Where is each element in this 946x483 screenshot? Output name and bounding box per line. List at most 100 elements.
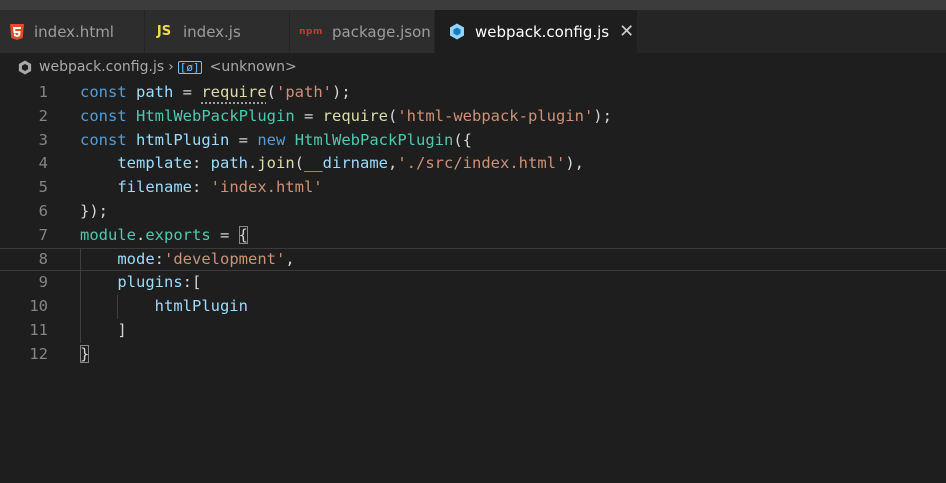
- code-token: 'index.html': [210, 178, 323, 197]
- code-token: './src/index.html': [397, 154, 566, 173]
- code-token: {: [238, 225, 249, 244]
- code-line[interactable]: 4 template: path.join(__dirname,'./src/i…: [0, 152, 946, 176]
- code-token: require: [322, 106, 388, 125]
- close-tab-icon[interactable]: ✕: [619, 22, 634, 41]
- breadcrumb: webpack.config.js › [ø] <unknown>: [0, 53, 946, 81]
- window-top-strip: [0, 0, 946, 10]
- tab-package-json[interactable]: npm package.json: [290, 10, 435, 53]
- code-token: new: [257, 130, 286, 149]
- indent-guide: [80, 247, 81, 343]
- code-token: exports: [145, 225, 211, 244]
- tab-label: index.js: [183, 22, 241, 41]
- code-line[interactable]: 6});: [0, 200, 946, 224]
- tab-label: package.json: [332, 22, 431, 41]
- line-number: 6: [38, 202, 48, 220]
- line-number: 10: [29, 297, 48, 316]
- html5-icon: [10, 23, 24, 40]
- code-token: path: [210, 154, 248, 173]
- code-token: :: [154, 249, 164, 268]
- code-line[interactable]: 8 mode:'development',: [0, 247, 946, 272]
- code-text: }: [80, 343, 90, 367]
- code-token: const: [80, 106, 127, 125]
- line-number: 5: [38, 178, 48, 197]
- code-line[interactable]: 11 ]: [0, 319, 946, 343]
- code-token: plugins: [117, 273, 183, 292]
- code-text: ]: [80, 319, 127, 343]
- code-token: module: [80, 225, 136, 244]
- code-token: ),: [565, 154, 584, 173]
- tab-index-js[interactable]: JS index.js: [145, 10, 290, 53]
- javascript-icon: JS: [156, 24, 172, 39]
- code-text: const htmlPlugin = new HtmlWebPackPlugin…: [80, 129, 472, 153]
- code-token: 'html-webpack-plugin': [397, 106, 594, 125]
- code-line[interactable]: 1 const path = require('path');: [0, 81, 946, 105]
- code-token: const: [80, 83, 127, 101]
- tab-webpack-config-js[interactable]: webpack.config.js ✕: [435, 10, 638, 53]
- breadcrumb-file[interactable]: webpack.config.js: [39, 59, 164, 75]
- code-token: :: [191, 154, 211, 173]
- code-token: const: [80, 130, 127, 149]
- line-number: 8: [38, 249, 48, 268]
- code-token: mode: [117, 249, 155, 268]
- code-token: (: [266, 83, 277, 101]
- code-token: .: [136, 225, 146, 244]
- code-token: :: [191, 178, 211, 197]
- code-token: join: [257, 154, 295, 173]
- code-text: });: [80, 200, 108, 224]
- line-number: 4: [38, 154, 48, 173]
- code-token: ({: [453, 130, 472, 149]
- npm-icon: npm: [299, 26, 323, 37]
- breadcrumb-symbol[interactable]: <unknown>: [210, 59, 297, 75]
- code-token: filename: [117, 178, 192, 197]
- tab-label: index.html: [34, 22, 114, 41]
- code-token: );: [593, 106, 612, 125]
- chevron-right-icon: ›: [168, 59, 174, 75]
- code-text: mode:'development',: [80, 249, 295, 271]
- editor-tab-bar: index.html JS index.js npm package.json …: [0, 10, 946, 53]
- line-number: 7: [38, 225, 48, 244]
- tab-label: webpack.config.js: [475, 22, 610, 41]
- code-token: htmlPlugin: [154, 297, 248, 316]
- code-token: ,: [388, 154, 398, 173]
- code-token: htmlPlugin: [136, 130, 230, 149]
- code-token: );: [332, 83, 351, 101]
- code-token: :[: [182, 273, 202, 292]
- line-number: 12: [29, 344, 48, 363]
- code-token: (: [294, 154, 304, 173]
- code-line[interactable]: 9 plugins:[: [0, 271, 946, 295]
- line-number: 3: [38, 130, 48, 149]
- code-line[interactable]: 10 htmlPlugin: [0, 295, 946, 319]
- code-text: filename: 'index.html': [80, 176, 323, 200]
- code-token: template: [117, 154, 192, 173]
- code-line[interactable]: 5 filename: 'index.html': [0, 176, 946, 200]
- webpack-icon: [449, 23, 465, 40]
- code-token: 'path': [276, 83, 333, 101]
- webpack-icon: [18, 60, 32, 75]
- code-token: ]: [80, 321, 127, 339]
- code-line[interactable]: 7 module.exports = {: [0, 224, 946, 248]
- code-token: });: [80, 202, 108, 220]
- tab-index-html[interactable]: index.html: [0, 10, 145, 53]
- code-token: =: [210, 225, 239, 244]
- code-editor[interactable]: 1 const path = require('path'); 2 const Htm…: [0, 81, 946, 483]
- code-token: ,: [285, 249, 295, 268]
- code-line[interactable]: 3 const htmlPlugin = new HtmlWebPackPlugi…: [0, 129, 946, 153]
- code-text: const path = require('path');: [80, 81, 351, 105]
- code-token: }: [80, 344, 90, 363]
- code-line[interactable]: 2 const HtmlWebPackPlugin = require('html…: [0, 105, 946, 129]
- code-token: =: [229, 130, 258, 149]
- code-token: (: [387, 106, 398, 125]
- code-token: .: [247, 154, 258, 173]
- code-token: __dirname: [304, 154, 388, 173]
- code-text: template: path.join(__dirname,'./src/ind…: [80, 152, 584, 176]
- code-line[interactable]: 12}: [0, 343, 946, 367]
- code-token: =: [294, 106, 323, 125]
